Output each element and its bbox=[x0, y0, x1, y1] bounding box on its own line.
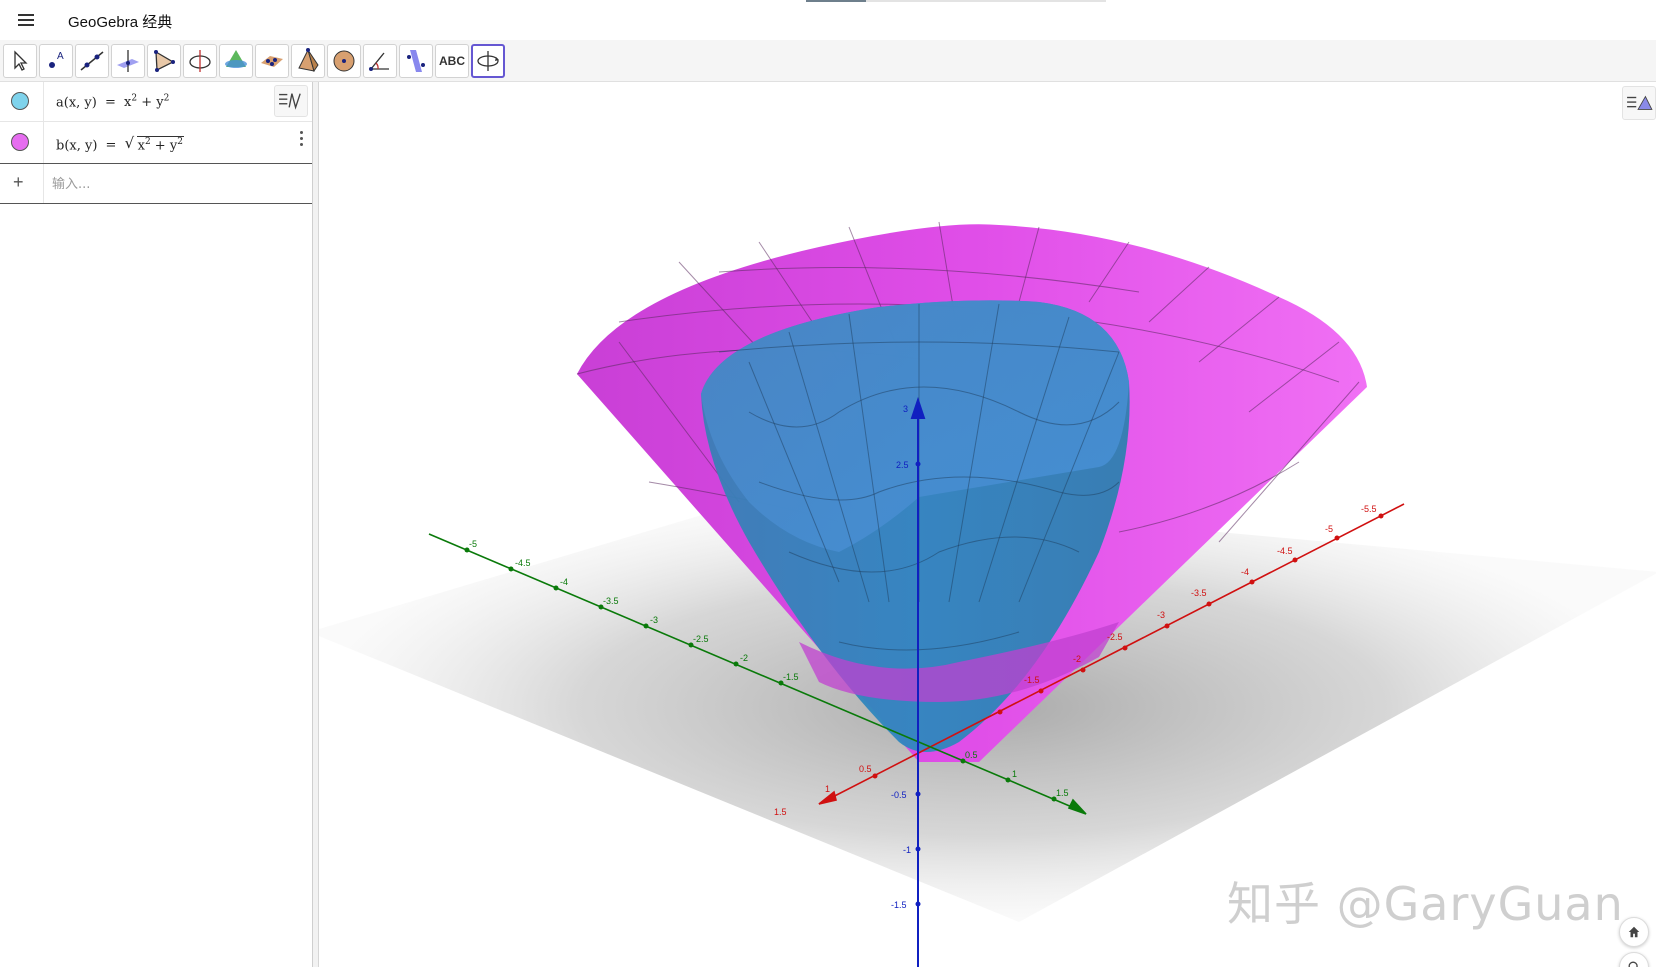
algebra-input[interactable] bbox=[52, 170, 302, 198]
x-tick-label: -2 bbox=[1073, 654, 1081, 664]
algebra-view: a(x, y) = x2 + y2 b(x, y) = x2 + y2 + bbox=[0, 82, 313, 967]
point-tool-button[interactable]: A bbox=[39, 44, 73, 78]
3d-scene: -5.5 -5 -4.5 -4 -3.5 -3 -2.5 -2 -1.5 0.5… bbox=[319, 221, 1656, 967]
polygon-icon bbox=[154, 50, 175, 72]
pyramid-icon bbox=[298, 48, 319, 73]
text-tool-button[interactable]: ABC bbox=[435, 44, 469, 78]
circle-axis-icon bbox=[189, 50, 211, 72]
formula-a-lhs: a(x, y) bbox=[56, 95, 97, 111]
y-tick-label: -5 bbox=[469, 539, 477, 549]
x-tick-label: -2.5 bbox=[1107, 632, 1123, 642]
x-tick-label: -5.5 bbox=[1361, 504, 1377, 514]
surfaces-icon bbox=[225, 50, 247, 68]
graphics-options-icon bbox=[1627, 95, 1653, 110]
rotate-view-tool-button[interactable] bbox=[471, 44, 505, 78]
row-divider bbox=[43, 164, 44, 203]
z-tick-label: 2.5 bbox=[896, 460, 909, 470]
formula-a-rhs: x2 + y2 bbox=[124, 94, 170, 111]
circle-axis-tool-button[interactable] bbox=[183, 44, 217, 78]
y-tick-label: -4 bbox=[560, 577, 568, 587]
reflect-plane-icon bbox=[407, 50, 425, 72]
algebra-item-b[interactable]: b(x, y) = x2 + y2 bbox=[0, 122, 312, 164]
x-tick-label: -3.5 bbox=[1191, 588, 1207, 598]
row-divider bbox=[43, 82, 44, 121]
y-tick-label: -2 bbox=[740, 653, 748, 663]
watermark-text: 知乎 @GaryGuan bbox=[1227, 877, 1624, 931]
z-tick-label: -0.5 bbox=[891, 790, 907, 800]
top-progress-indicator bbox=[806, 0, 1106, 2]
graphics-3d-view[interactable]: -5.5 -5 -4.5 -4 -3.5 -3 -2.5 -2 -1.5 0.5… bbox=[319, 82, 1656, 967]
geogebra-app: GeoGebra 经典 A ABC a(x, y) = x2 + y2 b(x,… bbox=[0, 0, 1656, 967]
plus-icon[interactable]: + bbox=[13, 172, 24, 193]
more-options-icon[interactable] bbox=[295, 130, 307, 148]
rotate-view-icon bbox=[477, 51, 499, 71]
title-bar: GeoGebra 经典 bbox=[0, 0, 1656, 40]
formula-a-eq: = bbox=[104, 95, 116, 111]
plane-tool-button[interactable] bbox=[255, 44, 289, 78]
algebra-item-a[interactable]: a(x, y) = x2 + y2 bbox=[0, 82, 312, 122]
formula-b-eq: = bbox=[105, 138, 117, 154]
y-tick-label: 1.5 bbox=[1056, 788, 1069, 798]
zoom-icon bbox=[1628, 961, 1638, 967]
formula-a[interactable]: a(x, y) = x2 + y2 bbox=[56, 94, 169, 110]
z-tick-label: 3 bbox=[903, 404, 908, 414]
x-tick-label: -3 bbox=[1157, 610, 1165, 620]
hamburger-menu-icon[interactable] bbox=[14, 8, 38, 32]
z-tick-label: -1.5 bbox=[891, 900, 907, 910]
sphere-icon bbox=[333, 50, 355, 72]
formula-b[interactable]: b(x, y) = x2 + y2 bbox=[56, 134, 184, 154]
formula-b-rhs: x2 + y2 bbox=[125, 134, 184, 153]
x-tick-label: -4.5 bbox=[1277, 546, 1293, 556]
x-tick-label: -1.5 bbox=[1024, 675, 1040, 685]
graphics-style-button[interactable] bbox=[1622, 86, 1656, 120]
visibility-toggle-a[interactable] bbox=[11, 92, 29, 110]
perpendicular-plane-icon bbox=[117, 50, 139, 72]
line-icon bbox=[80, 51, 104, 71]
x-tick-label: 1.5 bbox=[774, 807, 787, 817]
move-tool-button[interactable] bbox=[3, 44, 37, 78]
x-tick-label: 0.5 bbox=[859, 764, 872, 774]
arrow-pointer-icon bbox=[14, 50, 28, 71]
polygon-tool-button[interactable] bbox=[147, 44, 181, 78]
plane-three-points-icon bbox=[261, 56, 283, 67]
y-tick-label: -2.5 bbox=[693, 634, 709, 644]
reflect-tool-button[interactable] bbox=[399, 44, 433, 78]
y-tick-label: -3 bbox=[650, 615, 658, 625]
z-tick-label: -1 bbox=[903, 845, 911, 855]
x-tick-label: -4 bbox=[1241, 567, 1249, 577]
algebra-input-row: + bbox=[0, 164, 312, 204]
row-divider bbox=[43, 122, 44, 163]
y-tick-label: -4.5 bbox=[515, 558, 531, 568]
perpendicular-line-tool-button[interactable] bbox=[111, 44, 145, 78]
toolbar: A ABC bbox=[0, 40, 1656, 82]
visibility-toggle-b[interactable] bbox=[11, 133, 29, 151]
angle-tool-button[interactable] bbox=[363, 44, 397, 78]
angle-icon bbox=[369, 52, 389, 71]
formula-b-lhs: b(x, y) bbox=[56, 138, 98, 154]
home-icon bbox=[1628, 926, 1640, 938]
pyramid-tool-button[interactable] bbox=[291, 44, 325, 78]
y-tick-label: 0.5 bbox=[965, 750, 978, 760]
y-tick-label: -3.5 bbox=[603, 596, 619, 606]
intersect-surfaces-tool-button[interactable] bbox=[219, 44, 253, 78]
y-tick-label: 1 bbox=[1012, 769, 1017, 779]
svg-text:A: A bbox=[57, 51, 64, 62]
x-tick-label: 1 bbox=[825, 784, 830, 794]
x-tick-label: -5 bbox=[1325, 524, 1333, 534]
line-tool-button[interactable] bbox=[75, 44, 109, 78]
y-tick-label: -1.5 bbox=[783, 672, 799, 682]
point-icon: A bbox=[49, 51, 64, 68]
text-tool-label: ABC bbox=[439, 54, 465, 68]
sphere-tool-button[interactable] bbox=[327, 44, 361, 78]
app-title: GeoGebra 经典 bbox=[68, 14, 173, 31]
